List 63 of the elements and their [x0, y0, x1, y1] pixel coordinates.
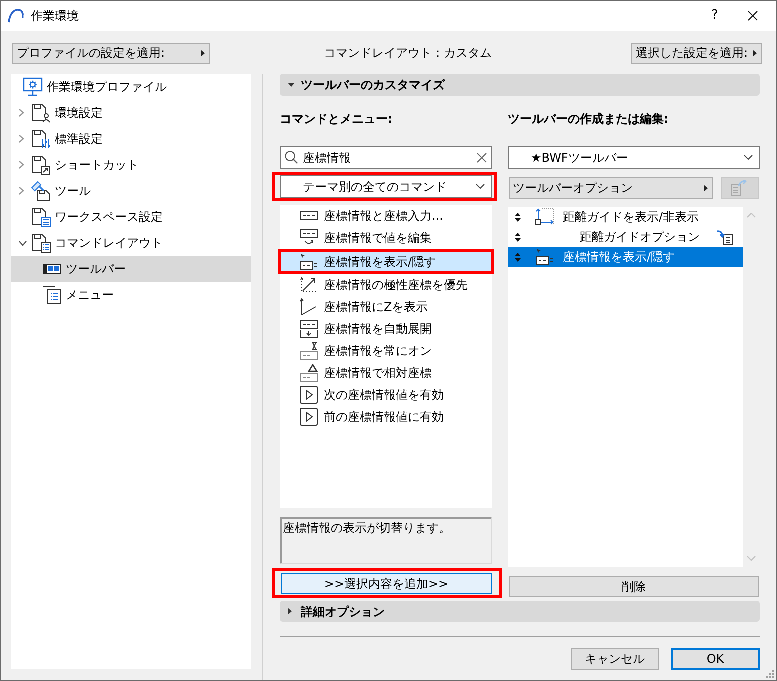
section-header[interactable]: ツールバーのカスタマイズ	[280, 74, 760, 96]
arrow-document-icon	[717, 230, 733, 244]
chevron-right-icon[interactable]	[19, 161, 24, 169]
caret-right-icon	[753, 50, 757, 56]
description-box: 座標情報の表示が切替ります。	[280, 517, 492, 564]
command-list-item[interactable]: 座標情報を表示/隠す	[281, 252, 491, 271]
delete-button[interactable]: 削除	[509, 576, 759, 597]
column-label: コマンドとメニュー:	[280, 112, 394, 126]
disk-sliders-icon	[31, 129, 51, 149]
menu-list-icon	[43, 286, 61, 304]
tree-item[interactable]: ツールバー	[11, 256, 251, 282]
apply-selected-button[interactable]: 選択した設定を適用:	[631, 42, 762, 64]
chevron-down-icon[interactable]	[476, 184, 485, 189]
disk-person-icon	[31, 103, 51, 123]
search-icon	[285, 151, 298, 164]
help-button[interactable]: ?	[700, 1, 730, 31]
chevron-right-icon[interactable]	[19, 187, 24, 195]
box-curved-arrow-icon	[300, 229, 318, 247]
cancel-button[interactable]: キャンセル	[571, 648, 659, 670]
chevron-down-icon[interactable]	[744, 155, 753, 160]
reorder-handle-icon[interactable]	[515, 252, 521, 262]
document-arrow-icon	[731, 180, 749, 196]
toolbar-icon	[43, 264, 61, 274]
arch-logo-icon	[8, 9, 24, 23]
disk-list-icon	[31, 207, 51, 227]
cursor-box-icon	[536, 248, 554, 266]
scroll-up-icon[interactable]	[747, 213, 756, 218]
resize-grip-icon[interactable]	[765, 669, 774, 678]
diagonal-arrow-icon	[300, 276, 318, 294]
close-icon	[748, 11, 758, 21]
box-down-arrow-icon	[300, 320, 318, 338]
disk-list-icon	[31, 233, 51, 253]
apply-profile-button[interactable]: プロファイルの設定を適用:	[12, 42, 210, 64]
section-header[interactable]: 詳細オプション	[280, 601, 760, 622]
column-label: ツールバーの作成または編集:	[508, 112, 670, 126]
caret-right-icon	[704, 184, 708, 192]
add-button[interactable]: >>選択内容を追加>>	[281, 573, 492, 594]
scroll-down-icon[interactable]	[747, 556, 756, 561]
hammer-disk-icon	[31, 181, 51, 201]
clear-icon[interactable]	[477, 152, 487, 162]
chevron-right-icon[interactable]	[19, 135, 24, 143]
reorder-handle-icon[interactable]	[515, 232, 521, 242]
toolbar-options-button[interactable]: ツールバーオプション	[509, 177, 713, 199]
play-square-icon	[300, 408, 318, 426]
caret-right-icon	[201, 50, 205, 56]
search-field[interactable]: 座標情報	[280, 146, 492, 169]
layout-status-label: コマンドレイアウト：カスタム	[324, 45, 492, 62]
chevron-down-icon[interactable]	[19, 240, 27, 246]
reorder-handle-icon[interactable]	[515, 212, 521, 222]
ok-button[interactable]: OK	[671, 648, 760, 670]
chevron-right-icon[interactable]	[19, 109, 24, 117]
axis-arrow-icon	[300, 298, 318, 316]
toolbar-list-item[interactable]: 座標情報を表示/隠す	[508, 247, 743, 267]
disk-shortcut-icon	[31, 155, 51, 175]
triangle-box-icon	[300, 364, 318, 382]
cursor-box-icon	[300, 252, 318, 270]
category-dropdown[interactable]: テーマ別の全てのコマンド	[280, 175, 492, 198]
play-square-icon	[300, 386, 318, 404]
toolbar-dropdown[interactable]: ★BWFツールバー	[508, 146, 760, 169]
corner-arrows-icon	[535, 208, 555, 226]
hourglass-box-icon	[300, 342, 318, 360]
window-title: 作業環境	[31, 8, 79, 25]
monitor-gear-icon	[23, 77, 43, 97]
